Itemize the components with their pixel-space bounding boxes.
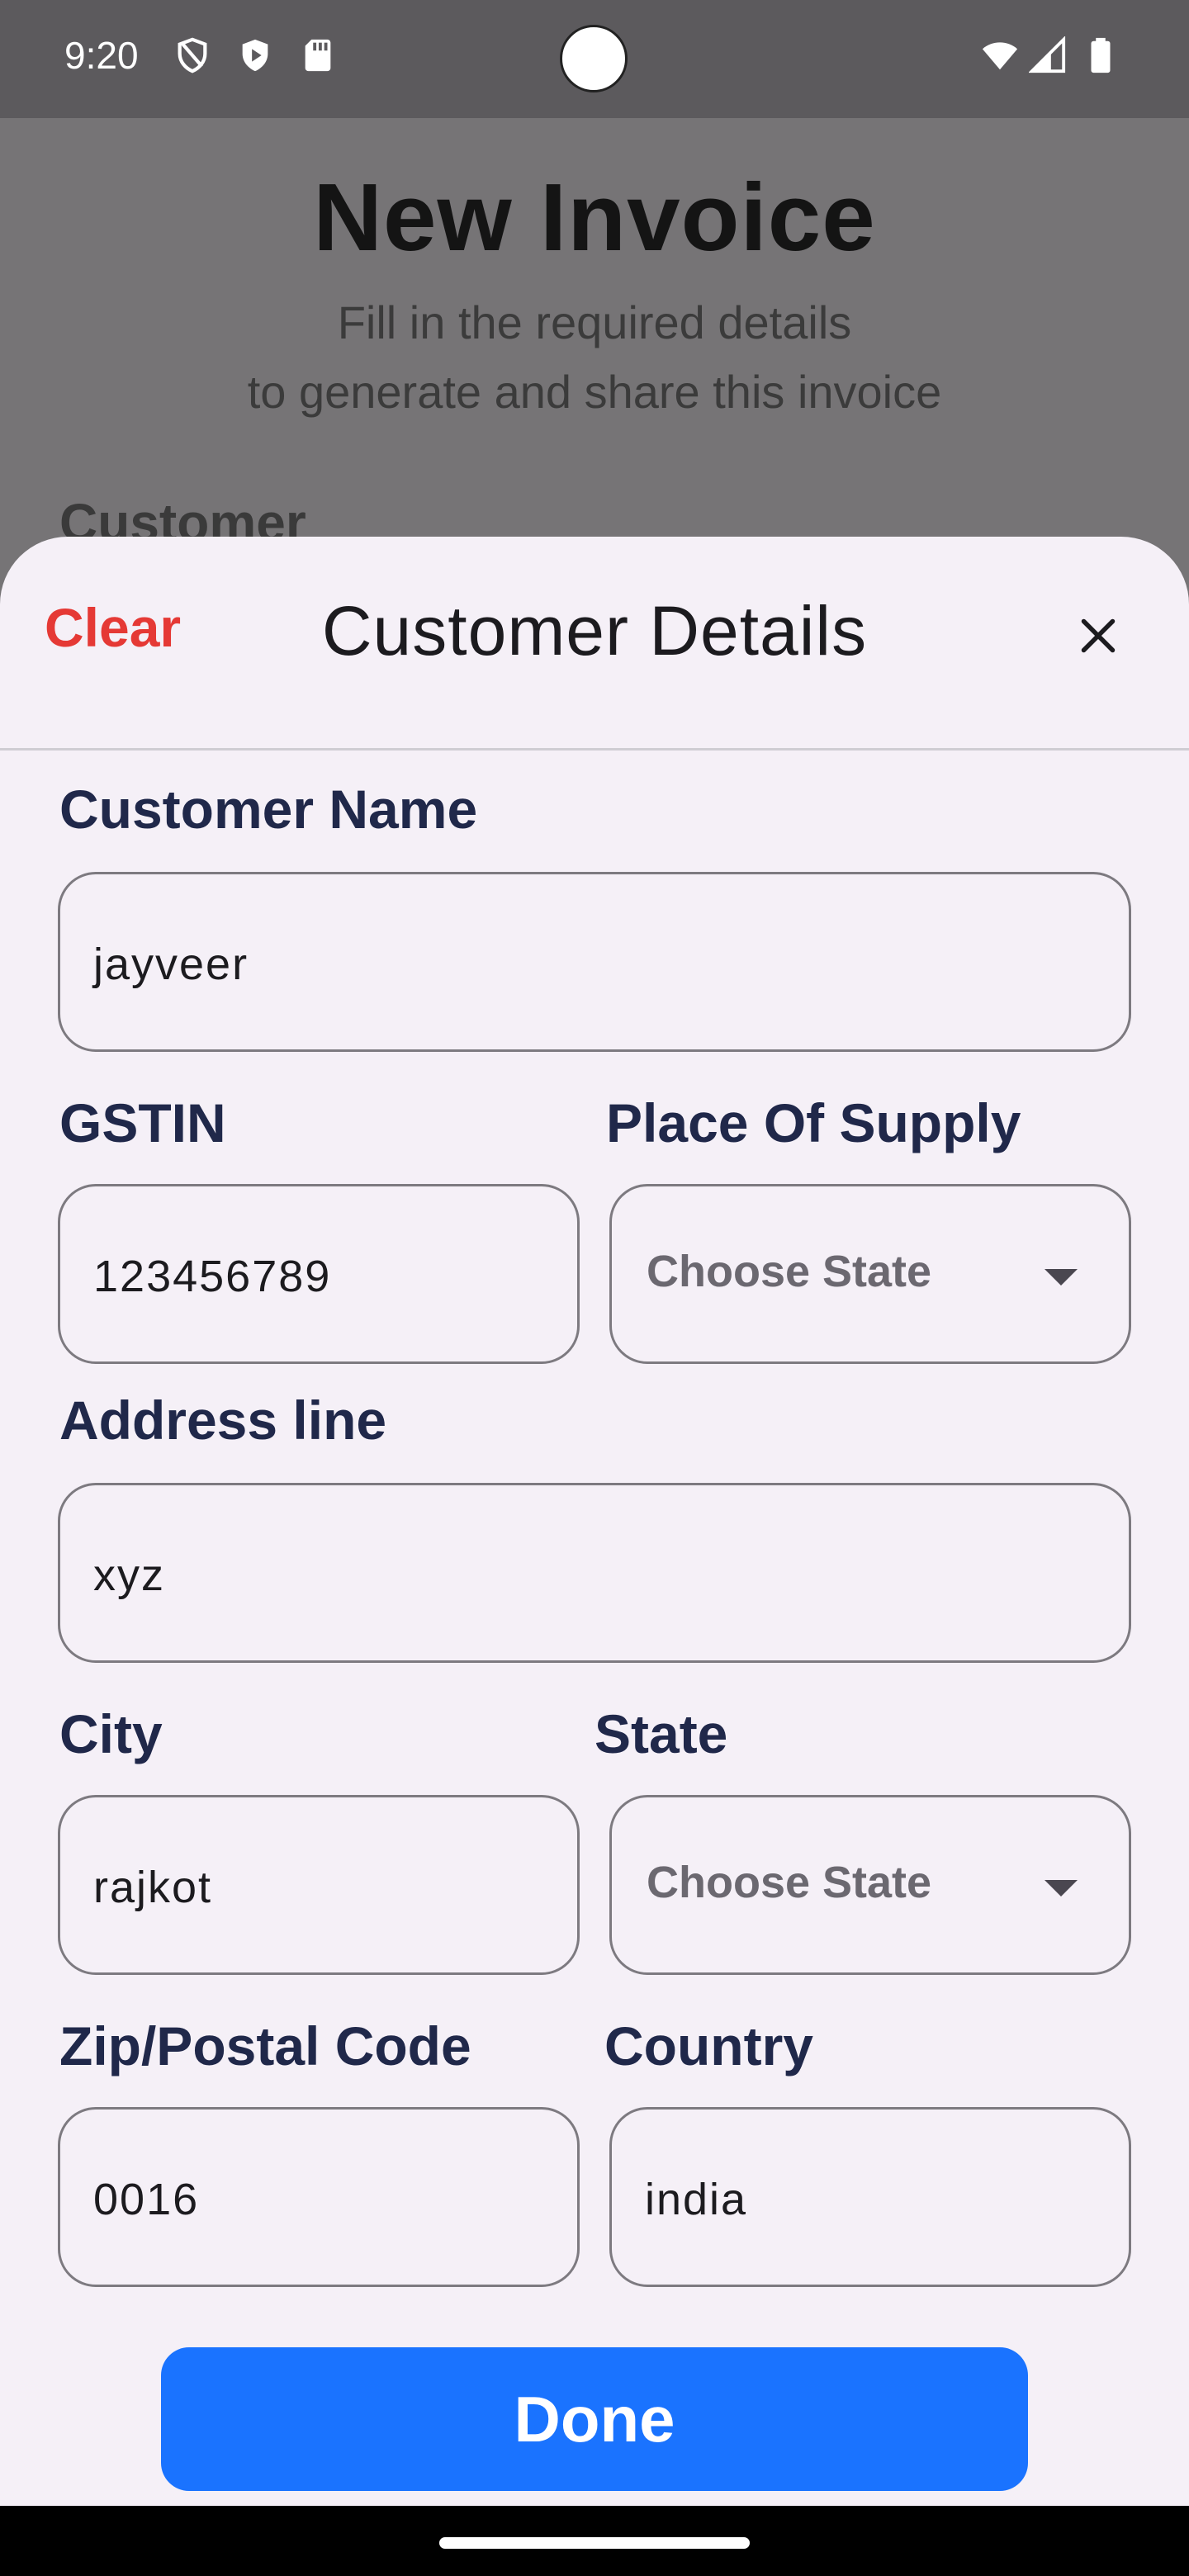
- home-gesture-handle[interactable]: [439, 2537, 750, 2549]
- gstin-field[interactable]: 123456789: [58, 1184, 580, 1364]
- customer-name-label: Customer Name: [59, 779, 478, 840]
- close-icon[interactable]: [1073, 611, 1123, 661]
- header-divider: [0, 748, 1189, 751]
- place-of-supply-placeholder: Choose State: [647, 1247, 932, 1296]
- country-label: Country: [604, 2015, 813, 2076]
- privacy-shield-icon: [178, 37, 207, 73]
- country-value: india: [645, 2175, 748, 2224]
- state-dropdown[interactable]: Choose State: [609, 1795, 1131, 1975]
- zip-value: 0016: [93, 2175, 200, 2224]
- play-protect-icon: [242, 39, 268, 72]
- sd-card-icon: [305, 39, 331, 72]
- gstin-label: GSTIN: [59, 1092, 226, 1153]
- state-label: State: [594, 1703, 728, 1764]
- zip-field[interactable]: 0016: [58, 2107, 580, 2287]
- navigation-bar: [0, 2506, 1189, 2576]
- wifi-icon: [982, 42, 1018, 70]
- page-title: New Invoice: [313, 163, 876, 271]
- done-button[interactable]: Done: [161, 2347, 1028, 2491]
- country-field[interactable]: india: [609, 2107, 1131, 2287]
- city-label: City: [59, 1703, 163, 1764]
- battery-icon: [1091, 37, 1111, 73]
- state-placeholder: Choose State: [647, 1858, 932, 1907]
- cell-signal-icon: [1029, 36, 1066, 73]
- status-bar: 9:20: [0, 0, 1189, 118]
- address-line-label: Address line: [59, 1390, 387, 1451]
- place-of-supply-label: Place Of Supply: [606, 1092, 1021, 1153]
- page-subtitle-line2: to generate and share this invoice: [247, 366, 942, 418]
- dropdown-arrow-icon: [1045, 1880, 1078, 1896]
- address-line-field[interactable]: xyz: [58, 1483, 1131, 1663]
- city-value: rajkot: [93, 1863, 213, 1912]
- page-subtitle-line1: Fill in the required details: [337, 296, 852, 348]
- customer-name-value: jayveer: [93, 940, 249, 989]
- customer-name-field[interactable]: jayveer: [58, 872, 1131, 1052]
- gstin-value: 123456789: [93, 1252, 332, 1301]
- sheet-title: Customer Details: [321, 592, 868, 670]
- customer-details-sheet: Clear Customer Details Customer Name jay…: [0, 537, 1189, 2506]
- dropdown-arrow-icon: [1045, 1269, 1078, 1286]
- zip-label: Zip/Postal Code: [59, 2015, 471, 2076]
- camera-cutout: [560, 25, 628, 92]
- place-of-supply-dropdown[interactable]: Choose State: [609, 1184, 1131, 1364]
- status-time: 9:20: [64, 34, 139, 77]
- city-field[interactable]: rajkot: [58, 1795, 580, 1975]
- address-line-value: xyz: [93, 1551, 165, 1600]
